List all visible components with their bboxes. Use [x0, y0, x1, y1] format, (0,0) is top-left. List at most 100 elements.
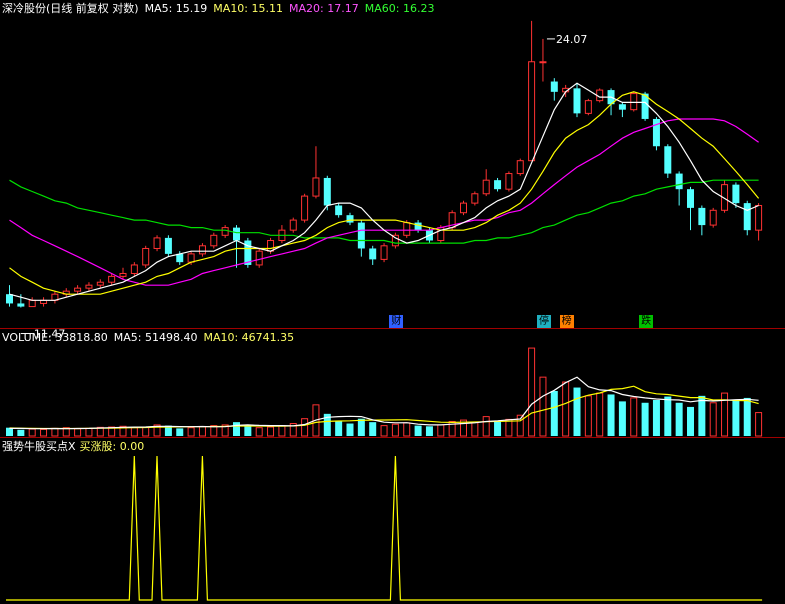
- volume-bar: [425, 426, 433, 436]
- kline-chart: 24.0711.47: [6, 20, 763, 601]
- candle-body: [573, 88, 581, 114]
- candle-body: [108, 275, 116, 283]
- volume-bar: [596, 392, 604, 437]
- candle-body: [289, 219, 297, 231]
- candle-body: [153, 237, 161, 249]
- ma60-readout: MA60: 16.23: [364, 2, 435, 15]
- candle-body: [505, 173, 513, 190]
- candle-body: [743, 203, 751, 231]
- candle-body: [96, 281, 104, 286]
- indicator-readout: 买涨股: 0.00: [79, 440, 145, 453]
- candle-body: [460, 202, 467, 214]
- volume-bar: [74, 428, 82, 437]
- event-tag[interactable]: 跌: [639, 315, 654, 328]
- candle-body: [652, 118, 660, 147]
- ma5-readout: MA5: 15.19: [144, 2, 208, 15]
- high-price-label: 24.07: [556, 33, 588, 46]
- chart-stage: 24.07 11.47 深冷股份(日线 前复权 对数) MA5: 15.19 MA10…: [0, 0, 785, 604]
- event-tag[interactable]: 榜: [559, 315, 574, 328]
- ma60-line: [9, 179, 759, 244]
- volume-bar: [414, 425, 422, 436]
- candle-body: [187, 253, 195, 263]
- ma10-readout: MA10: 15.11: [213, 2, 284, 15]
- candle-body: [584, 100, 592, 114]
- price-header: 深冷股份(日线 前复权 对数) MA5: 15.19 MA10: 15.11 MA20…: [2, 2, 440, 16]
- volume-bar: [471, 421, 479, 437]
- candle-body: [6, 294, 13, 304]
- volume-bar: [28, 428, 36, 437]
- volume-bar: [142, 426, 150, 437]
- candle-body: [301, 195, 309, 221]
- candle-body: [755, 204, 763, 231]
- candle-body: [357, 222, 365, 249]
- volume-bar: [494, 420, 502, 436]
- candle-body: [528, 61, 536, 162]
- volume-bar: [85, 427, 93, 437]
- volume-bar: [709, 402, 717, 437]
- volume-bar: [698, 395, 706, 436]
- candle-body: [164, 237, 172, 254]
- candle-body: [403, 222, 411, 236]
- candle-body: [369, 248, 377, 260]
- candle-body: [142, 247, 150, 266]
- candle-body: [494, 180, 502, 190]
- volume-bar: [391, 423, 399, 437]
- volume-readout: VOLUME: 33818.80: [2, 331, 108, 344]
- price-volume-divider: [0, 328, 785, 329]
- volume-bar: [743, 397, 751, 436]
- volume-bar: [40, 428, 48, 437]
- volume-bar: [233, 422, 240, 436]
- candle-body: [85, 284, 93, 289]
- volume-indicator-divider: [0, 437, 785, 438]
- candle-body: [323, 177, 331, 206]
- candle-body: [414, 222, 422, 231]
- candle-body: [550, 81, 558, 92]
- candle-body: [119, 272, 127, 277]
- volume-bar: [255, 427, 263, 437]
- candle-body: [233, 227, 240, 241]
- volume-bar: [301, 418, 309, 437]
- volume-bar: [664, 396, 672, 436]
- volume-bar: [675, 402, 683, 436]
- volume-bar: [550, 391, 558, 436]
- volume-bar: [335, 420, 343, 436]
- candle-body: [312, 177, 320, 197]
- volume-bar: [630, 397, 638, 437]
- volume-bar: [369, 422, 377, 436]
- candle-body: [176, 253, 184, 263]
- candle-body: [698, 207, 706, 226]
- candle-body: [210, 234, 218, 247]
- event-tag[interactable]: 停: [536, 315, 551, 328]
- candle-body: [346, 215, 354, 223]
- volume-bar: [573, 387, 581, 436]
- volume-bar: [380, 425, 388, 437]
- volume-bar: [641, 402, 649, 436]
- candle-body: [130, 264, 138, 274]
- candle-body: [198, 245, 206, 255]
- volume-bar: [437, 424, 445, 437]
- event-tag[interactable]: 财: [389, 315, 404, 328]
- volume-bar: [607, 394, 615, 436]
- volume-bar: [187, 427, 195, 437]
- stock-title: 深冷股份(日线 前复权 对数): [2, 2, 139, 15]
- volume-bar: [51, 427, 59, 437]
- volume-bar: [130, 427, 138, 437]
- candle-body: [221, 227, 229, 236]
- volume-bar: [562, 381, 570, 437]
- volume-bar: [482, 416, 490, 437]
- volume-bar: [346, 423, 354, 436]
- volume-bar: [17, 429, 25, 436]
- candle-body: [516, 160, 524, 175]
- volume-bar: [652, 400, 660, 436]
- candle-body: [630, 93, 638, 111]
- volume-bar: [505, 418, 513, 437]
- volume-bar: [357, 418, 365, 436]
- volume-bar: [403, 422, 411, 437]
- volume-bar: [539, 376, 547, 437]
- volume-bar: [176, 428, 184, 436]
- indicator-line: [6, 455, 763, 601]
- volume-bar: [528, 347, 536, 437]
- volume-bar: [244, 425, 252, 436]
- candle-body: [28, 299, 36, 308]
- volume-bar: [687, 406, 694, 436]
